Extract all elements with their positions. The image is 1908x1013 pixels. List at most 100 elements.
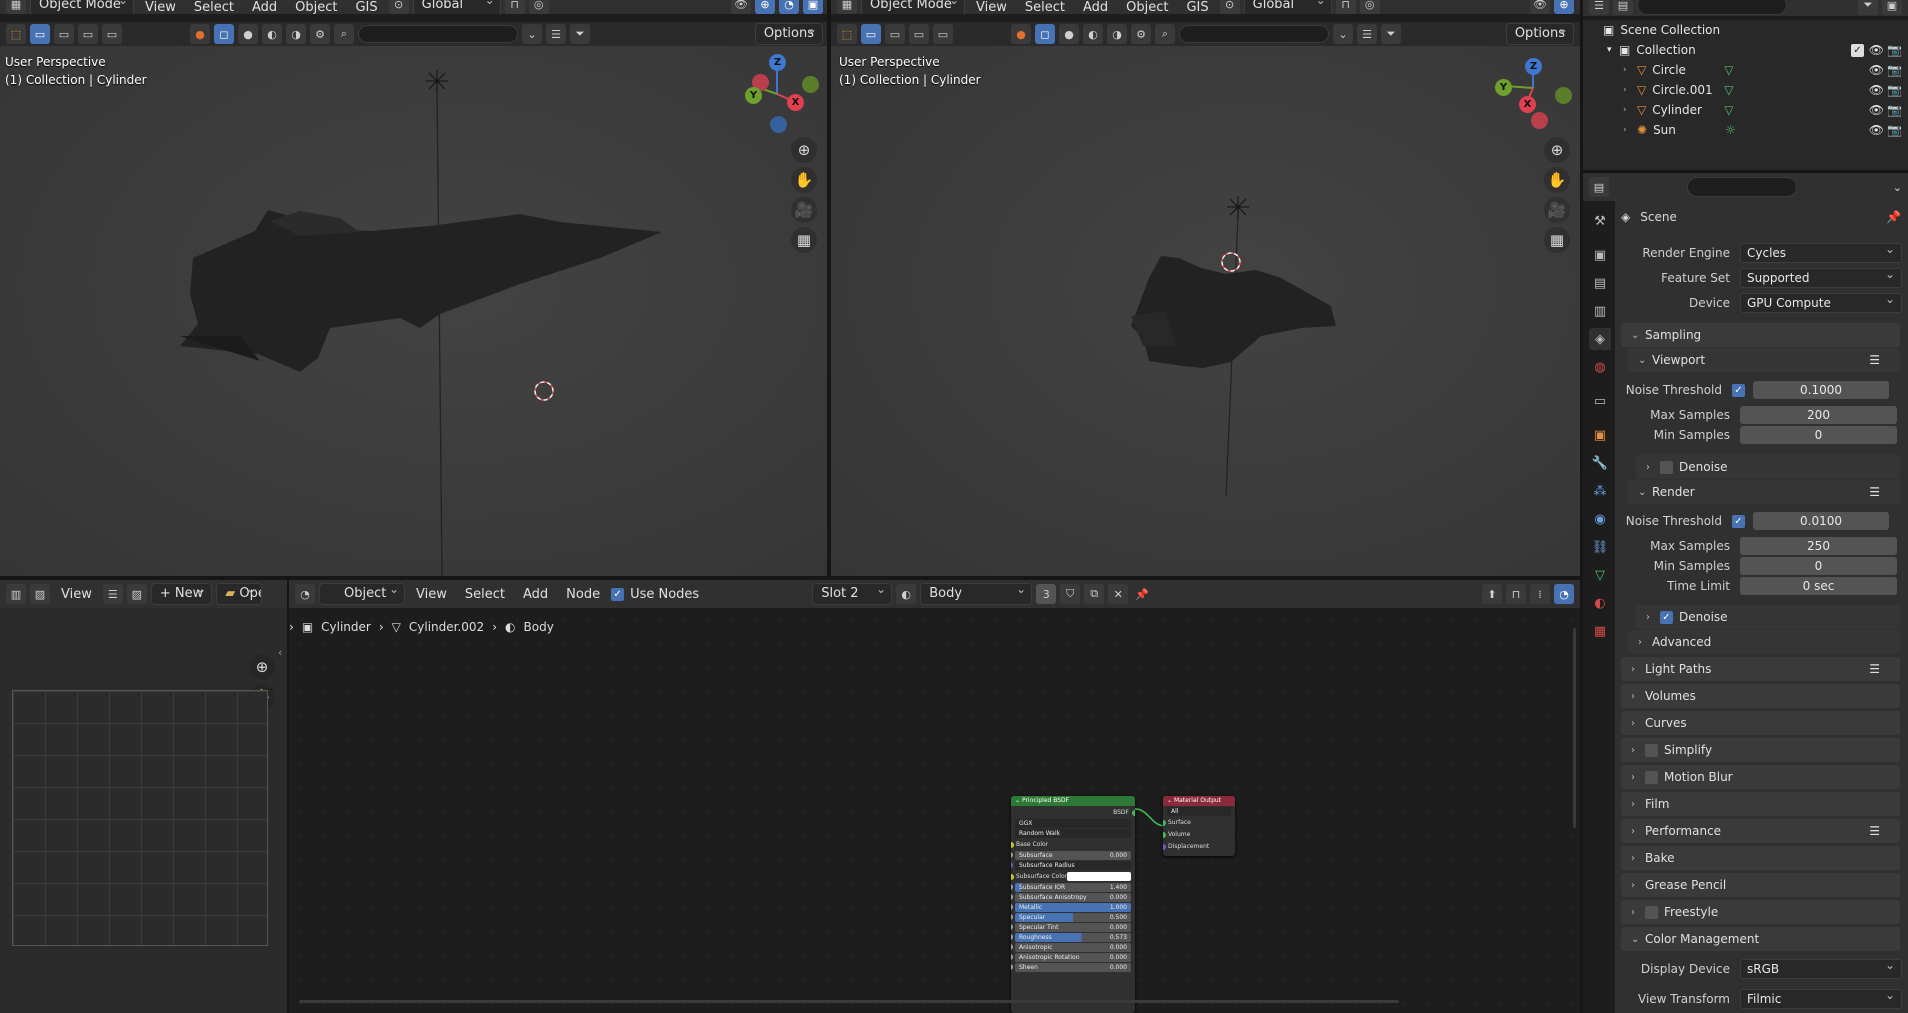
select-extend-icon[interactable]: ▭: [885, 24, 905, 44]
xray-toggle-icon[interactable]: ▣: [803, 0, 823, 14]
properties-tab-world-icon[interactable]: ◍: [1589, 356, 1611, 378]
ortho-grid-icon[interactable]: ▦: [791, 227, 817, 253]
scene-collection-row[interactable]: ▣ Scene Collection: [1583, 20, 1908, 40]
render-denoise-checkbox[interactable]: ✓: [1660, 610, 1673, 624]
pan-hand-icon[interactable]: ✋: [1544, 167, 1570, 193]
display-device-dropdown[interactable]: sRGB: [1740, 956, 1902, 979]
input-socket[interactable]: [1011, 914, 1013, 920]
input-socket[interactable]: [1011, 944, 1013, 950]
left-3d-viewport[interactable]: User Perspective (1) Collection | Cylind…: [0, 46, 827, 576]
panel-enable-checkbox[interactable]: [1645, 905, 1658, 919]
properties-tab-particles-icon[interactable]: ⁂: [1589, 480, 1611, 502]
expand-arrow-icon[interactable]: ›: [1623, 85, 1637, 95]
select-subtract-icon[interactable]: ▭: [78, 24, 98, 44]
object-type-visibility-icon[interactable]: ●: [190, 24, 210, 44]
specular-tint-slider[interactable]: Specular Tint 0.000: [1011, 923, 1131, 932]
time-limit-field[interactable]: 0 sec: [1740, 577, 1897, 595]
navigation-gizmo[interactable]: Z Y X: [740, 54, 820, 134]
panel-enable-checkbox[interactable]: [1645, 770, 1658, 784]
gizmo-z-neg-axis[interactable]: [770, 116, 787, 133]
input-socket[interactable]: [1011, 964, 1013, 970]
input-socket[interactable]: [1011, 884, 1013, 890]
expand-arrow-icon[interactable]: ›: [1623, 125, 1637, 135]
exclude-checkbox[interactable]: ✓: [1851, 43, 1864, 57]
shading-popover-icon[interactable]: ⌄: [522, 24, 542, 44]
editor-type-icon[interactable]: ▦: [6, 0, 26, 14]
gizmo-z-axis[interactable]: Z: [1525, 58, 1542, 75]
jet-model-right[interactable]: [831, 46, 1580, 576]
pin-icon[interactable]: 📌: [1132, 584, 1152, 604]
panel-film[interactable]: › Film: [1621, 792, 1900, 816]
shading-material-icon[interactable]: ◐: [262, 24, 282, 44]
node-header[interactable]: ⌄ Material Output: [1163, 796, 1235, 806]
eye-icon[interactable]: 👁: [1869, 123, 1884, 137]
outliner-search-input[interactable]: [1637, 0, 1787, 15]
select-subtract-icon[interactable]: ▭: [909, 24, 929, 44]
select-new-icon[interactable]: ▭: [861, 24, 881, 44]
open-image-button[interactable]: ▰ Open: [216, 583, 263, 605]
visibility-icon[interactable]: 👁: [731, 0, 751, 14]
select-intersect-icon[interactable]: ▭: [933, 24, 953, 44]
camera-view-icon[interactable]: 🎥: [1544, 197, 1570, 223]
select-tool-icon[interactable]: ⬚: [6, 24, 26, 44]
sidebar-toggle-icon[interactable]: ‹: [278, 646, 282, 659]
shader-type-dropdown[interactable]: Object: [319, 581, 405, 605]
panel-grease-pencil[interactable]: › Grease Pencil: [1621, 873, 1900, 897]
options-chevron-icon[interactable]: ⌄: [1893, 181, 1902, 194]
shading-material-icon[interactable]: ◐: [1083, 24, 1103, 44]
snap-icon[interactable]: ⊓: [504, 0, 525, 14]
list-icon[interactable]: ☰: [1357, 24, 1377, 44]
node-editor-canvas[interactable]: › ▣ Cylinder › ▽ Cylinder.002 › ◐ Body ⌄…: [289, 608, 1580, 1013]
shading-options-icon[interactable]: ⚙: [310, 24, 330, 44]
panel-enable-checkbox[interactable]: [1645, 743, 1658, 757]
node-header[interactable]: ⌄ Principled BSDF: [1011, 796, 1135, 806]
camera-icon[interactable]: 📷: [1887, 103, 1902, 117]
eye-icon[interactable]: 👁: [1869, 83, 1884, 97]
input-socket[interactable]: [1011, 924, 1013, 930]
material-name-field[interactable]: Body: [920, 581, 1033, 605]
gizmo-toggle-icon[interactable]: ⊕: [755, 0, 775, 14]
outliner-item-cylinder[interactable]: › ▽ Cylinder ▽ 👁 📷: [1583, 100, 1908, 120]
editor-type-icon[interactable]: ▦: [837, 0, 857, 14]
menu-view[interactable]: View: [409, 584, 454, 605]
viewport-denoise-checkbox[interactable]: [1660, 460, 1673, 474]
eye-icon[interactable]: 👁: [1869, 43, 1884, 57]
gizmo-y-neg-axis[interactable]: [802, 76, 819, 93]
filter-icon[interactable]: ⌕: [1155, 24, 1175, 44]
menu-select[interactable]: Select: [187, 0, 241, 14]
editor-type-icon[interactable]: ◔: [295, 584, 315, 604]
mode-dropdown[interactable]: Object Mode: [861, 0, 965, 14]
input-socket[interactable]: [1011, 894, 1013, 900]
unlink-material-icon[interactable]: ✕: [1108, 584, 1129, 604]
render-subpanel-header[interactable]: ⌄ Render ☰: [1628, 480, 1900, 504]
viewport-denoise-subpanel[interactable]: › Denoise: [1636, 455, 1900, 479]
color-swatch[interactable]: [1067, 872, 1131, 881]
new-image-button[interactable]: + New: [150, 581, 213, 605]
panel-curves[interactable]: › Curves: [1621, 711, 1900, 735]
material-users-count[interactable]: 3: [1036, 584, 1057, 604]
viewport-subpanel-header[interactable]: ⌄ Viewport ☰: [1628, 348, 1900, 372]
subsurface-radius-dropdown[interactable]: Subsurface Radius: [1011, 861, 1131, 870]
subsurface-anisotropy-slider[interactable]: Subsurface Anisotropy 0.000: [1011, 893, 1131, 902]
hamburger-menu-icon[interactable]: ☰: [102, 584, 123, 604]
camera-view-icon[interactable]: 🎥: [791, 197, 817, 223]
jet-model-left[interactable]: [0, 46, 827, 576]
overlay-toggle-icon[interactable]: ◔: [779, 0, 799, 14]
menu-object[interactable]: Object: [1119, 0, 1175, 14]
properties-search-input[interactable]: [1687, 177, 1797, 197]
properties-tab-scene-icon[interactable]: ◈: [1589, 328, 1611, 350]
input-socket[interactable]: [1011, 874, 1014, 880]
render-noise-threshold-field[interactable]: 0.0100: [1753, 512, 1889, 530]
roughness-slider[interactable]: Roughness 0.573: [1011, 933, 1131, 942]
panel-light-paths[interactable]: › Light Paths ☰: [1621, 657, 1900, 681]
menu-add[interactable]: Add: [245, 0, 284, 14]
pan-hand-icon[interactable]: ✋: [791, 167, 817, 193]
mode-dropdown[interactable]: Object Mode: [30, 0, 134, 14]
material-output-node[interactable]: ⌄ Material Output All Surface Volume Dis…: [1163, 796, 1235, 856]
select-new-icon[interactable]: ▭: [30, 24, 50, 44]
pin-icon[interactable]: 📌: [1886, 210, 1901, 224]
input-socket[interactable]: [1011, 954, 1013, 960]
output-target-dropdown[interactable]: All: [1167, 807, 1231, 816]
viewport-min-samples-field[interactable]: 0: [1740, 426, 1897, 444]
transform-pivot-icon[interactable]: ⊙: [1219, 0, 1240, 14]
